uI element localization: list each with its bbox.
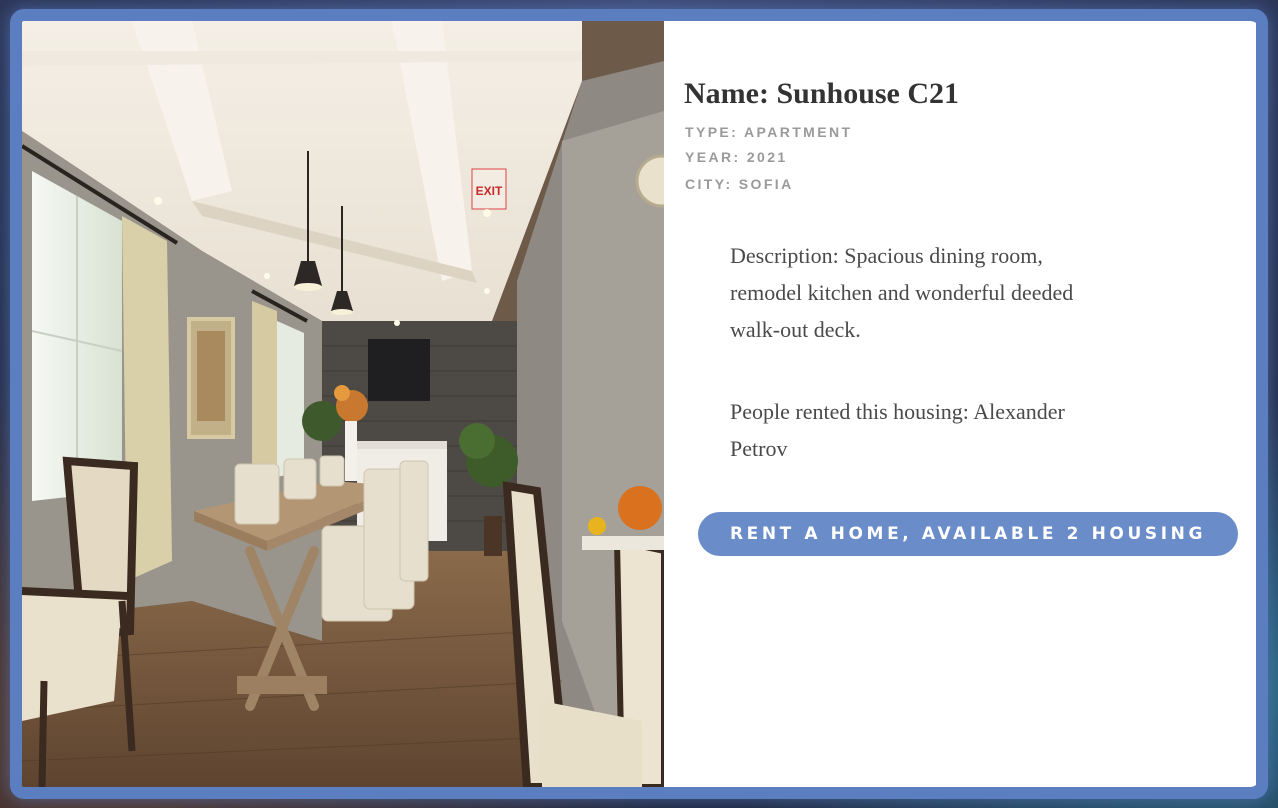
exit-sign-text: EXIT <box>476 184 503 198</box>
rent-home-button[interactable]: Rent a home, available 2 housing <box>698 512 1238 556</box>
listing-info-panel: Name: Sunhouse C21 Type: Apartment Year:… <box>664 21 1256 787</box>
dining-room-image: EXIT <box>22 21 664 787</box>
listing-year: Year: 2021 <box>685 149 788 165</box>
listing-card: EXIT Name: Sunhouse C21 TYPE: APARTMENT … <box>10 9 1268 799</box>
listing-type: Type: Apartment <box>685 124 853 140</box>
listing-photo: EXIT <box>22 21 664 787</box>
listing-city: City: Sofia <box>685 176 794 192</box>
listing-description: Description: Spacious dining room, remod… <box>730 243 1074 342</box>
listing-title: Name: Sunhouse C21 <box>684 77 960 110</box>
listing-renters: People rented this housing: Alexander Pe… <box>730 399 1065 461</box>
